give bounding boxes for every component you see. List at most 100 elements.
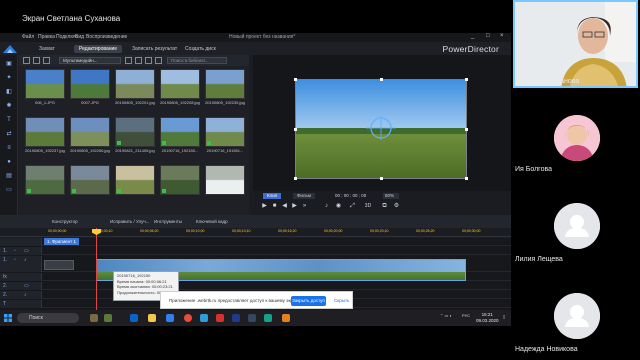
fx-room-icon[interactable]: ✦ xyxy=(5,75,13,82)
tools-menu[interactable]: Инструменты xyxy=(154,219,182,224)
pip-room-icon[interactable]: ◧ xyxy=(5,89,13,96)
library-thumbnail[interactable]: 20190716_192150... xyxy=(160,117,200,157)
fix-enhance-tool[interactable]: Исправить / Улуч... xyxy=(110,219,150,224)
menu-file[interactable]: Файл xyxy=(22,34,34,40)
lock-icon[interactable]: ▫ xyxy=(14,248,16,254)
chapter-room-icon[interactable]: ▤ xyxy=(5,173,13,180)
resize-handle[interactable] xyxy=(465,177,468,180)
library-thumbnail[interactable] xyxy=(70,165,110,205)
snapshot-icon[interactable]: ◉ xyxy=(335,203,342,210)
hide-link[interactable]: Скрыть xyxy=(334,298,349,303)
stop-sharing-button[interactable]: Закрыть доступ xyxy=(291,296,326,306)
widget-icon[interactable] xyxy=(104,314,112,322)
library-thumbnail[interactable]: 0007.JPG xyxy=(70,69,110,109)
resize-handle[interactable] xyxy=(294,78,297,81)
powerdirector-taskbar-icon[interactable] xyxy=(232,314,240,322)
tab-capture[interactable]: Захват xyxy=(34,45,60,53)
library-thumbnail[interactable]: 20190805_192201.jpg xyxy=(115,69,155,109)
keyframe-tool[interactable]: Ключевой кадр xyxy=(196,219,228,224)
minimize-button[interactable]: _ xyxy=(471,33,474,39)
taskbar-search[interactable]: Поиск xyxy=(17,313,79,323)
app-icon[interactable] xyxy=(200,314,208,322)
designer-tool[interactable]: Конструктор xyxy=(52,219,78,224)
library-thumbnail[interactable]: 20190821_211405.jpg xyxy=(115,117,155,157)
menu-playback[interactable]: Воспроизведение xyxy=(86,34,127,40)
participant-avatar[interactable] xyxy=(554,203,600,249)
volume-icon[interactable]: ♪ xyxy=(323,203,330,210)
import-icon[interactable] xyxy=(23,57,30,64)
notification-icon[interactable]: ▯ xyxy=(503,314,505,319)
menu-view[interactable]: Вид xyxy=(75,34,84,40)
library-filter-dropdown[interactable]: Мультимедийн... xyxy=(59,57,121,64)
grid-view-icon[interactable] xyxy=(125,57,132,64)
windows-start-icon[interactable] xyxy=(4,314,12,322)
widget-icon[interactable] xyxy=(90,314,98,322)
next-frame-icon[interactable]: ▶ xyxy=(291,203,298,210)
menu-edit[interactable]: Правка xyxy=(38,34,55,40)
timeline-ruler[interactable]: 00;00;00;00 00;00;03;10 00;00;06;20 00;0… xyxy=(0,228,511,237)
resize-handle[interactable] xyxy=(294,128,297,131)
undock-icon[interactable]: ⧉ xyxy=(381,203,388,210)
maximize-button[interactable]: □ xyxy=(486,33,490,39)
fullscreen-icon[interactable]: ⤢ xyxy=(349,203,356,210)
audio-mixer-icon[interactable]: ≡ xyxy=(5,145,13,152)
particle-room-icon[interactable]: ✺ xyxy=(5,103,13,110)
chrome-icon[interactable] xyxy=(184,314,192,322)
resize-handle[interactable] xyxy=(465,128,468,131)
taskbar-clock[interactable]: 15:21 09.03.2020 xyxy=(476,312,499,323)
participant-video[interactable] xyxy=(513,0,638,88)
download-icon[interactable] xyxy=(43,57,50,64)
input-language[interactable]: РУС xyxy=(462,313,470,318)
tray-icons[interactable]: ⌃ ▭ ◖ xyxy=(440,313,452,318)
library-thumbnail[interactable]: 20190805_192237.jpg xyxy=(25,117,65,157)
plugin-icon[interactable] xyxy=(33,57,40,64)
close-button[interactable]: × xyxy=(500,33,504,39)
play-icon[interactable]: ▶ xyxy=(261,203,268,210)
subtitle-room-icon[interactable]: ▭ xyxy=(5,187,13,194)
prev-frame-icon[interactable]: ◀ xyxy=(281,203,288,210)
library-thumbnail[interactable]: 006_1.JPG xyxy=(25,69,65,109)
3d-mode-button[interactable]: 3D xyxy=(361,203,375,210)
library-thumbnail[interactable] xyxy=(115,165,155,205)
mail-icon[interactable] xyxy=(166,314,174,322)
library-thumbnail[interactable] xyxy=(25,165,65,205)
library-search-input[interactable]: Поиск в библиот... xyxy=(167,57,227,64)
resize-handle[interactable] xyxy=(380,177,383,180)
app-icon[interactable] xyxy=(282,314,290,322)
tab-edit[interactable]: Редактирование xyxy=(74,45,123,53)
resize-handle[interactable] xyxy=(465,78,468,81)
library-thumbnail[interactable] xyxy=(160,165,200,205)
resize-handle[interactable] xyxy=(294,177,297,180)
audio-filter-icon[interactable] xyxy=(155,57,162,64)
app-icon[interactable] xyxy=(264,314,272,322)
fast-forward-icon[interactable]: » xyxy=(301,203,308,210)
file-explorer-icon[interactable] xyxy=(148,314,156,322)
app-icon[interactable] xyxy=(248,314,256,322)
resize-handle[interactable] xyxy=(380,78,383,81)
timeline-clip-small[interactable] xyxy=(44,260,74,270)
settings-icon[interactable]: ⚙ xyxy=(393,203,400,210)
library-thumbnail[interactable]: 20190805_192208.jpg xyxy=(160,69,200,109)
voice-record-icon[interactable]: ● xyxy=(5,159,13,166)
participant-avatar[interactable] xyxy=(554,293,600,339)
lock-icon[interactable]: ▫ xyxy=(14,257,16,263)
library-thumbnail[interactable]: 20190805_192256.jpg xyxy=(70,117,110,157)
image-filter-icon[interactable] xyxy=(145,57,152,64)
stop-icon[interactable]: ■ xyxy=(271,203,278,210)
app-icon[interactable] xyxy=(216,314,224,322)
media-room-icon[interactable]: ▣ xyxy=(5,61,13,68)
tab-movie[interactable]: Фильм xyxy=(293,193,315,199)
transition-room-icon[interactable]: ⇄ xyxy=(5,131,13,138)
zoom-select[interactable]: 50% xyxy=(383,193,399,199)
playhead[interactable] xyxy=(96,228,97,310)
tab-produce[interactable]: Записать результат xyxy=(127,45,182,53)
tab-create-disc[interactable]: Создать диск xyxy=(180,45,221,53)
library-thumbnail[interactable]: 20190716_191551... xyxy=(205,117,245,157)
participant-avatar[interactable] xyxy=(554,115,600,161)
task-view-icon[interactable] xyxy=(130,314,138,322)
title-room-icon[interactable]: T xyxy=(5,117,13,124)
library-thumbnail[interactable]: 20190805_192235.jpg xyxy=(205,69,245,109)
tab-clip[interactable]: Клип xyxy=(263,193,282,199)
library-thumbnail[interactable] xyxy=(205,165,245,205)
video-filter-icon[interactable] xyxy=(135,57,142,64)
